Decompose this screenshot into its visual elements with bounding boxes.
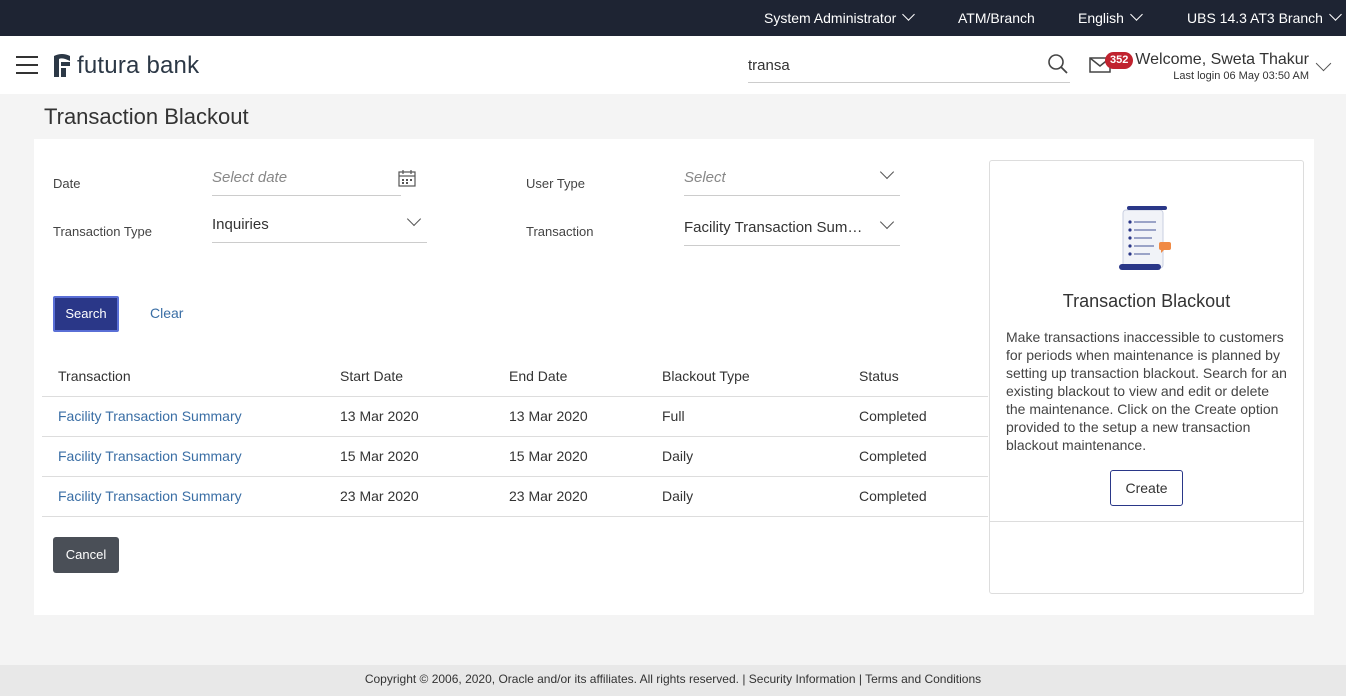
bank-logo-icon (54, 54, 70, 77)
blackout-table: Transaction Start Date End Date Blackout… (42, 357, 988, 517)
blackout-type-cell: Daily (646, 476, 843, 517)
search-icon[interactable] (1046, 52, 1070, 76)
user-type-label: User Type (526, 176, 586, 191)
blackout-type-cell: Full (646, 396, 843, 437)
start-date-cell: 15 Mar 2020 (330, 436, 493, 477)
status-cell: Completed (843, 436, 988, 477)
transaction-label: Transaction (526, 224, 594, 239)
security-information-link[interactable]: Security Information (749, 672, 856, 686)
calendar-icon[interactable] (398, 170, 416, 187)
header: futura bank 352 Welcome, Sweta Thakur La… (0, 36, 1346, 94)
branch-dropdown[interactable]: UBS 14.3 AT3 Branch (1187, 0, 1342, 36)
transaction-value: Facility Transaction Summ... (684, 219, 872, 236)
end-date-cell: 23 Mar 2020 (493, 476, 646, 517)
help-description: Make transactions inaccessible to custom… (1006, 329, 1287, 453)
blackout-type-cell: Daily (646, 436, 843, 477)
language-label: English (1078, 10, 1124, 26)
top-bar: System Administrator ATM/Branch English … (0, 0, 1346, 36)
user-type-placeholder: Select (684, 169, 726, 186)
notification-badge[interactable]: 352 (1105, 52, 1134, 69)
start-date-cell: 23 Mar 2020 (330, 476, 493, 517)
footer: Copyright © 2006, 2020, Oracle and/or it… (0, 665, 1346, 696)
chevron-down-icon (406, 211, 422, 227)
transaction-link[interactable]: Facility Transaction Summary (42, 396, 330, 437)
last-login-text: Last login 06 May 03:50 AM (1173, 70, 1309, 82)
start-date-cell: 13 Mar 2020 (330, 396, 493, 437)
help-card: Transaction Blackout Make transactions i… (990, 161, 1303, 522)
end-date-cell: 13 Mar 2020 (493, 396, 646, 437)
bank-logo-text: futura bank (77, 52, 200, 79)
create-button[interactable]: Create (1110, 470, 1183, 506)
transaction-type-value: Inquiries (212, 216, 269, 233)
date-label: Date (53, 176, 81, 191)
user-profile[interactable]: Welcome, Sweta Thakur Last login 06 May … (1135, 51, 1309, 82)
col-start-date: Start Date (330, 357, 493, 397)
page-title: Transaction Blackout (44, 104, 249, 129)
hamburger-menu-icon[interactable] (16, 56, 38, 74)
clear-button[interactable]: Clear (150, 305, 183, 321)
chevron-down-icon (879, 214, 895, 230)
role-label: System Administrator (764, 10, 897, 26)
transaction-select[interactable]: Facility Transaction Summ... (684, 210, 900, 246)
document-illustration-icon (1119, 206, 1171, 270)
role-dropdown[interactable]: System Administrator (764, 0, 916, 36)
table-row: Facility Transaction Summary 13 Mar 2020… (42, 396, 988, 437)
col-transaction: Transaction (42, 357, 330, 397)
transaction-type-label: Transaction Type (53, 224, 152, 239)
help-panel: Transaction Blackout Make transactions i… (989, 160, 1304, 594)
branch-label: UBS 14.3 AT3 Branch (1187, 10, 1323, 26)
col-end-date: End Date (493, 357, 646, 397)
global-search (748, 52, 1070, 83)
user-type-select[interactable]: Select (684, 160, 900, 196)
chevron-down-icon (879, 164, 895, 180)
date-placeholder: Select date (212, 169, 288, 186)
status-cell: Completed (843, 396, 988, 437)
location-link[interactable]: ATM/Branch (958, 0, 1035, 36)
terms-and-conditions-link[interactable]: Terms and Conditions (865, 672, 981, 686)
col-status: Status (843, 357, 988, 397)
copyright-text: Copyright © 2006, 2020, Oracle and/or it… (364, 672, 739, 686)
help-title: Transaction Blackout (1062, 291, 1231, 311)
transaction-link[interactable]: Facility Transaction Summary (42, 436, 330, 477)
chevron-down-icon (1130, 8, 1143, 21)
date-field[interactable]: Select date (212, 160, 416, 196)
language-dropdown[interactable]: English (1078, 0, 1143, 36)
chevron-down-icon (902, 8, 916, 21)
welcome-text: Welcome, Sweta Thakur (1135, 51, 1309, 68)
end-date-cell: 15 Mar 2020 (493, 436, 646, 477)
col-blackout-type: Blackout Type (646, 357, 843, 397)
chevron-down-icon[interactable] (1315, 55, 1332, 72)
main-card: Date Select date User Type Select Transa… (34, 139, 1314, 615)
table-header-row: Transaction Start Date End Date Blackout… (42, 357, 988, 397)
cancel-button[interactable]: Cancel (53, 537, 119, 573)
status-cell: Completed (843, 476, 988, 517)
search-input[interactable] (748, 52, 1028, 78)
table-row: Facility Transaction Summary 15 Mar 2020… (42, 436, 988, 477)
transaction-link[interactable]: Facility Transaction Summary (42, 476, 330, 517)
chevron-down-icon (1329, 8, 1342, 21)
search-button[interactable]: Search (53, 296, 119, 332)
transaction-type-select[interactable]: Inquiries (212, 207, 427, 243)
table-row: Facility Transaction Summary 23 Mar 2020… (42, 476, 988, 517)
